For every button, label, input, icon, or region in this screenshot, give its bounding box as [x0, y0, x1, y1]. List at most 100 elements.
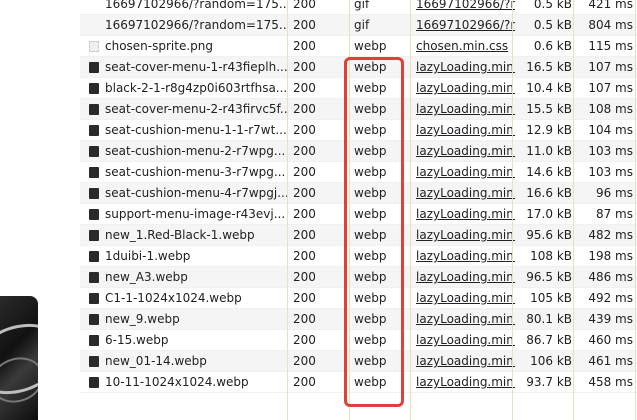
- request-size: 106 kB: [530, 354, 572, 368]
- request-name[interactable]: 10-11-1024x1024.webp: [105, 372, 287, 393]
- request-size: 10.4 kB: [526, 81, 572, 95]
- request-name[interactable]: black-2-1-r8g4zp0i603rtfhsa...: [105, 78, 287, 99]
- row-icon-cell: [89, 162, 103, 183]
- request-time: 104 ms: [588, 123, 633, 137]
- request-status: 200: [293, 291, 316, 305]
- request-name[interactable]: seat-cover-menu-1-r43fieplh...: [105, 57, 287, 78]
- request-name[interactable]: new_A3.webp: [105, 267, 287, 288]
- request-type: webp: [354, 165, 387, 179]
- row-icon-cell: [89, 78, 103, 99]
- request-initiator-link[interactable]: lazyLoading.min.j: [416, 351, 515, 372]
- request-name[interactable]: new_01-14.webp: [105, 351, 287, 372]
- table-row[interactable]: seat-cover-menu-1-r43fieplh... 200 webp laz…: [80, 57, 637, 78]
- request-initiator-link[interactable]: 16697102966/?ra: [416, 15, 515, 36]
- request-initiator-link[interactable]: lazyLoading.min.j: [416, 267, 515, 288]
- request-initiator-link[interactable]: lazyLoading.min.j: [416, 330, 515, 351]
- request-name[interactable]: seat-cushion-menu-2-r7wpg...: [105, 141, 287, 162]
- table-row[interactable]: black-2-1-r8g4zp0i603rtfhsa... 200 webp laz…: [80, 78, 637, 99]
- request-time: 107 ms: [588, 60, 633, 74]
- table-row[interactable]: seat-cushion-menu-3-r7wpg... 200 webp lazyL…: [80, 162, 637, 183]
- column-divider[interactable]: [635, 0, 636, 420]
- column-divider[interactable]: [410, 0, 411, 420]
- request-size: 105 kB: [530, 291, 572, 305]
- request-type: webp: [354, 39, 387, 53]
- table-row[interactable]: seat-cushion-menu-2-r7wpg... 200 webp lazyL…: [80, 141, 637, 162]
- request-name[interactable]: support-menu-image-r43evj...: [105, 204, 287, 225]
- request-initiator-link[interactable]: lazyLoading.min.j: [416, 288, 515, 309]
- image-icon: [89, 293, 99, 304]
- request-initiator-link[interactable]: lazyLoading.min.j: [416, 225, 515, 246]
- table-row[interactable]: new_A3.webp 200 webp lazyLoading.min.j 96.5 …: [80, 267, 637, 288]
- request-name[interactable]: new_9.webp: [105, 309, 287, 330]
- request-initiator-link[interactable]: lazyLoading.min.j: [416, 372, 515, 393]
- png-icon: [89, 41, 99, 52]
- row-icon-cell: [89, 309, 103, 330]
- column-divider[interactable]: [512, 0, 513, 420]
- request-name[interactable]: seat-cushion-menu-1-1-r7wt...: [105, 120, 287, 141]
- row-icon-cell: [89, 330, 103, 351]
- table-row[interactable]: seat-cushion-menu-4-r7wpgj... 200 webp lazy…: [80, 183, 637, 204]
- image-icon: [89, 125, 99, 136]
- request-name[interactable]: new_1.Red-Black-1.webp: [105, 225, 287, 246]
- request-initiator-link[interactable]: lazyLoading.min.j: [416, 141, 515, 162]
- request-initiator-link[interactable]: lazyLoading.min.j: [416, 99, 515, 120]
- request-initiator-link[interactable]: lazyLoading.min.j: [416, 204, 515, 225]
- request-time: 87 ms: [595, 207, 633, 221]
- table-row[interactable]: support-menu-image-r43evj... 200 webp lazyL…: [80, 204, 637, 225]
- table-row[interactable]: new_01-14.webp 200 webp lazyLoading.min.j 10…: [80, 351, 637, 372]
- request-size: 96.5 kB: [526, 270, 572, 284]
- request-initiator-link[interactable]: lazyLoading.min.j: [416, 183, 515, 204]
- table-row[interactable]: new_1.Red-Black-1.webp 200 webp lazyLoading…: [80, 225, 637, 246]
- request-status: 200: [293, 81, 316, 95]
- image-icon: [89, 83, 99, 94]
- request-initiator-link[interactable]: lazyLoading.min.j: [416, 78, 515, 99]
- request-name[interactable]: 16697102966/?random=175...: [105, 15, 287, 36]
- request-initiator-link[interactable]: 16697102966/?ra: [416, 0, 515, 15]
- row-icon-cell: [89, 36, 103, 57]
- image-icon: [89, 356, 99, 367]
- table-row[interactable]: seat-cushion-menu-1-1-r7wt... 200 webp lazy…: [80, 120, 637, 141]
- request-size: 86.7 kB: [526, 333, 572, 347]
- request-status: 200: [293, 165, 316, 179]
- table-row[interactable]: 10-11-1024x1024.webp 200 webp lazyLoading.m…: [80, 372, 637, 393]
- request-status: 200: [293, 39, 316, 53]
- image-icon: [89, 272, 99, 283]
- request-name[interactable]: seat-cover-menu-2-r43firvc5f...: [105, 99, 287, 120]
- request-name[interactable]: 6-15.webp: [105, 330, 287, 351]
- table-row[interactable]: new_9.webp 200 webp lazyLoading.min.j 80.1 k…: [80, 309, 637, 330]
- image-icon: [89, 377, 99, 388]
- request-initiator-link[interactable]: lazyLoading.min.j: [416, 120, 515, 141]
- row-icon-cell: [89, 288, 103, 309]
- request-initiator-link[interactable]: chosen.min.css: [416, 36, 515, 57]
- image-icon: [89, 167, 99, 178]
- request-status: 200: [293, 60, 316, 74]
- request-name[interactable]: C1-1-1024x1024.webp: [105, 288, 287, 309]
- row-icon-cell: [89, 372, 103, 393]
- request-initiator-link[interactable]: lazyLoading.min.j: [416, 57, 515, 78]
- request-name[interactable]: chosen-sprite.png: [105, 36, 287, 57]
- request-type: webp: [354, 249, 387, 263]
- request-name[interactable]: seat-cushion-menu-3-r7wpg...: [105, 162, 287, 183]
- table-row[interactable]: 16697102966/?random=175... 200 gif 16697102…: [80, 15, 637, 36]
- request-status: 200: [293, 354, 316, 368]
- request-size: 0.5 kB: [533, 0, 572, 11]
- request-name[interactable]: 1duibi-1.webp: [105, 246, 287, 267]
- request-name[interactable]: 16697102966/?random=175...: [105, 0, 287, 15]
- column-divider[interactable]: [287, 0, 288, 420]
- table-row[interactable]: C1-1-1024x1024.webp 200 webp lazyLoading.mi…: [80, 288, 637, 309]
- page-content-strip: [0, 0, 80, 420]
- column-divider[interactable]: [573, 0, 574, 420]
- table-row[interactable]: 6-15.webp 200 webp lazyLoading.min.j 86.7 kB…: [80, 330, 637, 351]
- request-initiator-link[interactable]: lazyLoading.min.j: [416, 246, 515, 267]
- request-size: 0.5 kB: [533, 18, 572, 32]
- table-row[interactable]: 1duibi-1.webp 200 webp lazyLoading.min.j 108…: [80, 246, 637, 267]
- request-initiator-link[interactable]: lazyLoading.min.j: [416, 309, 515, 330]
- table-row[interactable]: 16697102966/?random=175... 200 gif 16697102…: [80, 0, 637, 15]
- request-initiator-link[interactable]: lazyLoading.min.j: [416, 162, 515, 183]
- request-time: 108 ms: [588, 102, 633, 116]
- column-divider[interactable]: [349, 0, 350, 420]
- table-row[interactable]: seat-cover-menu-2-r43firvc5f... 200 webp la…: [80, 99, 637, 120]
- table-row[interactable]: chosen-sprite.png 200 webp chosen.min.css 0.…: [80, 36, 637, 57]
- request-time: 115 ms: [588, 39, 633, 53]
- request-name[interactable]: seat-cushion-menu-4-r7wpgj...: [105, 183, 287, 204]
